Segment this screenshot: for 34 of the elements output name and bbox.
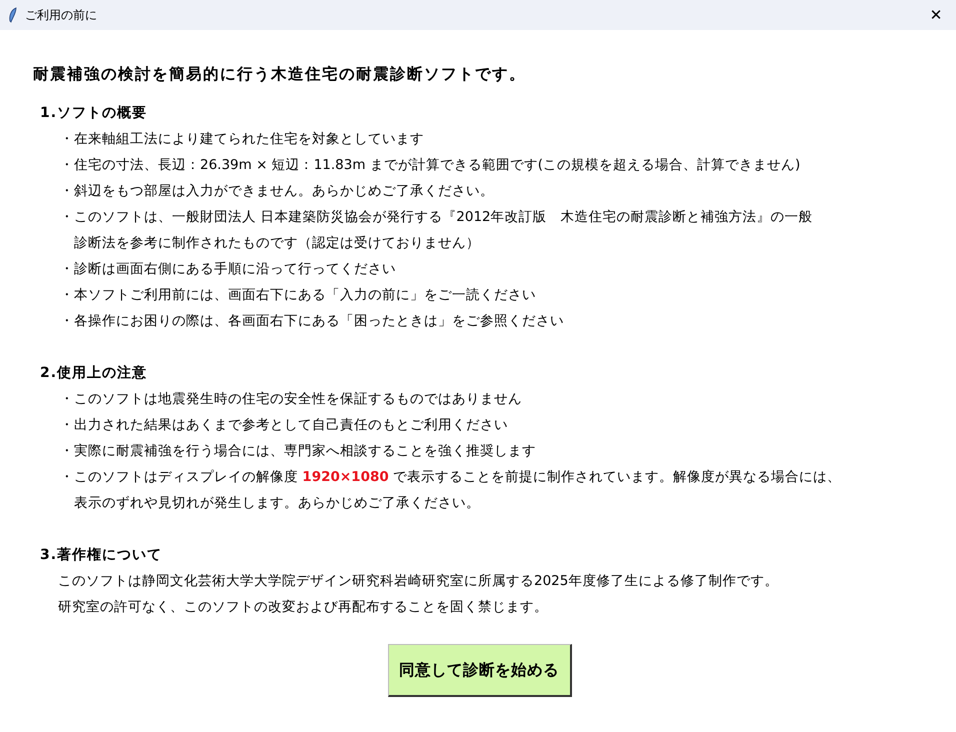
bullet: ・	[60, 286, 74, 306]
body-text: 実際に耐震補強を行う場合には、専門家へ相談することを強く推奨します	[74, 442, 536, 462]
bullet: ・	[60, 156, 74, 176]
window-title: ご利用の前に	[25, 7, 97, 24]
bullet: ・	[60, 208, 74, 228]
body-text: 診断法を参考に制作されたものです（認定は受けておりません）	[74, 234, 481, 254]
feather-icon	[8, 7, 18, 23]
body-text: 各操作にお困りの際は、各画面右下にある「困ったときは」をご参照ください	[74, 312, 564, 332]
agree-start-button[interactable]: 同意して診断を始める	[388, 644, 572, 698]
section-heading: 2.使用上の注意	[40, 364, 148, 384]
body-text: 診断は画面右側にある手順に沿って行ってください	[74, 260, 396, 280]
body-text: 出力された結果はあくまで参考として自己責任のもとご利用ください	[74, 416, 508, 436]
bullet: ・	[60, 130, 74, 150]
body-text: このソフトはディスプレイの解像度 1920×1080 で表示することを前提に制作されています。解像度が異なる場合には、	[74, 468, 842, 488]
body-text: 住宅の寸法、長辺：26.39m × 短辺：11.83m までが計算できる範囲です(この規模を超える場合、計算できません)	[74, 156, 800, 176]
bullet: ・	[60, 442, 74, 462]
body-text: このソフトは地震発生時の住宅の安全性を保証するものではありません	[74, 390, 522, 410]
body-text: 表示のずれや見切れが発生します。あらかじめご了承ください。	[74, 494, 481, 514]
page-heading: 耐震補強の検討を簡易的に行う木造住宅の耐震診断ソフトです。	[33, 64, 526, 85]
body-text: このソフトは、一般財団法人 日本建築防災協会が発行する『2012年改訂版 木造住宅の耐震診断と補強方法』の一般	[74, 208, 813, 228]
bullet: ・	[60, 390, 74, 410]
bullet: ・	[60, 182, 74, 202]
section-heading: 1.ソフトの概要	[40, 104, 148, 124]
body-text: 本ソフトご利用前には、画面右下にある「入力の前に」をご一読ください	[74, 286, 536, 306]
bullet: ・	[60, 312, 74, 332]
bullet: ・	[60, 260, 74, 280]
bullet: ・	[60, 416, 74, 436]
body-text: 斜辺をもつ部屋は入力ができません。あらかじめご了承ください。	[74, 182, 494, 202]
body-text: 在来軸組工法により建てられた住宅を対象としています	[74, 130, 424, 150]
bullet: ・	[60, 468, 74, 488]
body-text: このソフトは静岡文化芸術大学大学院デザイン研究科岩崎研究室に所属する2025年度修了生による修了制作です。	[58, 572, 780, 592]
close-button[interactable]: ✕	[924, 3, 948, 27]
body-text: 研究室の許可なく、このソフトの改変および再配布することを固く禁じます。	[58, 598, 549, 618]
section-heading: 3.著作権について	[40, 546, 162, 566]
